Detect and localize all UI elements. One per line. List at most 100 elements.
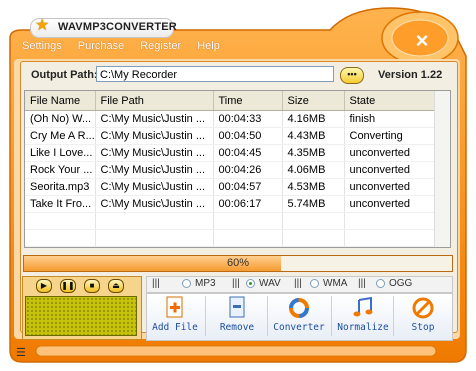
cell-time: 00:04:45 — [213, 144, 283, 162]
radio-mp3[interactable] — [182, 279, 191, 288]
cell-file-path: C:\My Music\Justin ... — [95, 110, 214, 128]
table-row[interactable]: Like I Love... C:\My Music\Justin ... 00… — [25, 144, 436, 162]
eject-icon[interactable]: ⏏ — [108, 279, 124, 293]
normalize-button[interactable]: Normalize — [334, 296, 392, 338]
table-row[interactable]: Rock Your ... C:\My Music\Justin ... 00:… — [25, 161, 436, 179]
stop-icon — [411, 296, 435, 320]
menu-help[interactable]: Help — [197, 40, 220, 56]
cell-size: 4.35MB — [282, 144, 345, 162]
cell-time: 00:04:57 — [213, 178, 283, 196]
cell-file-path: C:\My Music\Justin ... — [95, 127, 214, 145]
stop-button[interactable]: Stop — [394, 296, 452, 338]
column-size[interactable]: Size — [282, 91, 345, 111]
cell-state: Converting — [344, 127, 436, 145]
cell-state: unconverted — [344, 144, 436, 162]
cell-file-name: Seorita.mp3 — [25, 178, 96, 196]
column-file-name[interactable]: File Name — [25, 91, 96, 111]
add-file-button[interactable]: Add File — [146, 296, 204, 338]
radio-ogg[interactable] — [376, 279, 385, 288]
progress-bar: 60% — [23, 255, 453, 272]
cell-time: 00:04:33 — [213, 110, 283, 128]
format-wav-radio[interactable]: WAV — [246, 278, 281, 289]
file-list[interactable]: File Name File Path Time Size State (Oh … — [24, 90, 451, 248]
format-mp3-label: MP3 — [195, 278, 216, 289]
table-row[interactable]: Take It Fro... C:\My Music\Justin ... 00… — [25, 195, 436, 213]
vertical-scrollbar[interactable] — [434, 91, 450, 247]
add-file-label: Add File — [152, 322, 198, 333]
stop-label: Stop — [411, 322, 435, 333]
cell-file-name: Like I Love... — [25, 144, 96, 162]
radio-wav[interactable] — [246, 279, 255, 288]
grip-icon: ||| — [152, 278, 160, 289]
converter-icon — [287, 296, 311, 320]
output-path-label: Output Path: — [31, 69, 98, 81]
add-file-icon — [163, 296, 187, 320]
table-row[interactable]: (Oh No) W... C:\My Music\Justin ... 00:0… — [25, 110, 436, 128]
format-wav-label: WAV — [259, 278, 281, 289]
table-header-row: File Name File Path Time Size State — [25, 91, 436, 111]
remove-icon — [225, 296, 249, 320]
cell-state: unconverted — [344, 178, 436, 196]
cell-file-name: (Oh No) W... — [25, 110, 96, 128]
app-title: WAVMP3CONVERTER — [58, 21, 177, 33]
format-wma-label: WMA — [323, 278, 348, 289]
progress-label: 60% — [226, 257, 250, 269]
radio-wma[interactable] — [310, 279, 319, 288]
music-notes-icon — [351, 296, 375, 320]
format-wma-radio[interactable]: WMA — [310, 278, 347, 289]
cell-file-path: C:\My Music\Justin ... — [95, 161, 214, 179]
format-ogg-radio[interactable]: OGG — [376, 278, 412, 289]
grip-icon: ||| — [294, 278, 302, 289]
remove-button[interactable]: Remove — [208, 296, 266, 338]
format-mp3-radio[interactable]: MP3 — [182, 278, 216, 289]
cell-file-name: Rock Your ... — [25, 161, 96, 179]
cell-time: 00:04:26 — [213, 161, 283, 179]
cell-state: unconverted — [344, 161, 436, 179]
converter-label: Converter — [273, 322, 325, 333]
cell-size: 4.43MB — [282, 127, 345, 145]
menu-purchase[interactable]: Purchase — [78, 40, 124, 56]
cell-size: 4.16MB — [282, 110, 345, 128]
cell-file-path: C:\My Music\Justin ... — [95, 195, 214, 213]
menu-bar: Settings Purchase Register Help — [22, 40, 236, 56]
normalize-label: Normalize — [337, 322, 389, 333]
table-row[interactable]: Seorita.mp3 C:\My Music\Justin ... 00:04… — [25, 178, 436, 196]
toolbar-divider — [267, 296, 268, 336]
table-row[interactable]: Cry Me A R... C:\My Music\Justin ... 00:… — [25, 127, 436, 145]
cell-file-name: Cry Me A R... — [25, 127, 96, 145]
column-state[interactable]: State — [344, 91, 436, 111]
grip-icon: ||| — [358, 278, 366, 289]
pause-icon[interactable]: ❚❚ — [60, 279, 76, 293]
menu-register[interactable]: Register — [140, 40, 181, 56]
format-ogg-label: OGG — [389, 278, 413, 289]
cell-size: 4.53MB — [282, 178, 345, 196]
grip-icon: ||| — [232, 278, 240, 289]
cell-state: unconverted — [344, 195, 436, 213]
cell-time: 00:06:17 — [213, 195, 283, 213]
table-row — [25, 246, 436, 247]
column-time[interactable]: Time — [213, 91, 283, 111]
menu-lines-icon[interactable]: ☰ — [16, 347, 32, 359]
column-file-path[interactable]: File Path — [95, 91, 214, 111]
file-table: File Name File Path Time Size State (Oh … — [25, 91, 436, 247]
star-logo-icon: ★ — [35, 17, 50, 34]
menu-settings[interactable]: Settings — [22, 40, 62, 56]
close-icon[interactable]: × — [405, 26, 439, 56]
toolbar-divider — [331, 296, 332, 336]
stop-small-icon[interactable]: ■ — [84, 279, 100, 293]
cell-file-name: Take It Fro... — [25, 195, 96, 213]
remove-label: Remove — [219, 322, 255, 333]
cell-file-path: C:\My Music\Justin ... — [95, 144, 214, 162]
cell-file-path: C:\My Music\Justin ... — [95, 178, 214, 196]
version-label: Version 1.22 — [378, 69, 443, 81]
output-path-field[interactable]: C:\My Recorder — [96, 66, 334, 82]
lcd-display — [25, 296, 137, 336]
cell-size: 5.74MB — [282, 195, 345, 213]
play-icon[interactable]: ▶ — [36, 279, 52, 293]
browse-button[interactable]: ••• — [340, 67, 364, 84]
table-row — [25, 212, 436, 230]
table-row — [25, 229, 436, 247]
converter-button[interactable]: Converter — [270, 296, 328, 338]
cell-state: finish — [344, 110, 436, 128]
cell-time: 00:04:50 — [213, 127, 283, 145]
